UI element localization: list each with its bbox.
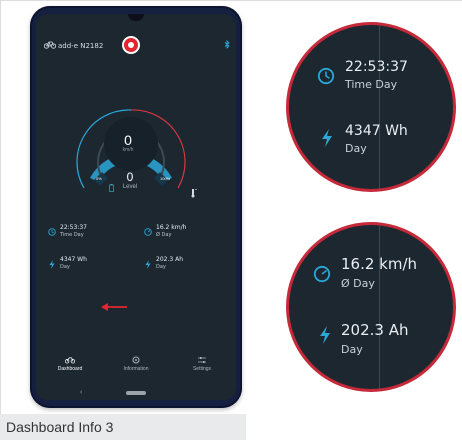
phone-screen: add-e N2182 0 km/h 0% 100% 0 Level 22:53… xyxy=(36,14,236,400)
zoom-charge-label: Day xyxy=(341,343,363,356)
zoom-speed-value: 16.2 km/h xyxy=(341,255,418,273)
zoom-charge-value: 202.3 Ah xyxy=(341,321,409,339)
time-value: 22:53:37 xyxy=(60,224,87,231)
speedometer-icon xyxy=(313,265,331,283)
nav-settings[interactable]: Settings xyxy=(172,354,232,372)
battery-icon xyxy=(109,184,114,192)
thermometer-icon xyxy=(191,189,197,198)
zoom-energy-label: Day xyxy=(345,142,367,155)
app-header: add-e N2182 xyxy=(36,36,236,58)
charge-value: 202.3 Ah xyxy=(156,256,183,263)
charge-label: Day xyxy=(156,264,166,270)
zoom-time-value: 22:53:37 xyxy=(345,59,408,75)
clock-icon xyxy=(48,228,56,236)
caption-text: Dashboard Info 3 xyxy=(6,419,114,435)
zoom-divider xyxy=(379,225,380,389)
level-label: Level xyxy=(122,184,138,190)
camera-notch xyxy=(128,14,144,21)
bluetooth-icon[interactable] xyxy=(224,40,230,49)
lightning-icon xyxy=(145,260,151,269)
nav-dashboard[interactable]: Dashboard xyxy=(40,354,100,372)
clock-icon xyxy=(317,67,335,85)
lightning-icon xyxy=(320,326,330,344)
caption-bar: Dashboard Info 3 xyxy=(0,414,246,440)
zoom-time-label: Time Day xyxy=(345,78,398,91)
home-pill[interactable] xyxy=(126,391,146,395)
lightning-icon xyxy=(49,260,55,269)
nav-settings-label: Settings xyxy=(192,366,212,372)
time-label: Time Day xyxy=(60,232,84,238)
swipe-arrow-icon xyxy=(101,303,127,311)
charge-info: 202.3 Ah Day xyxy=(156,256,183,271)
bike-icon xyxy=(44,41,56,49)
nav-information[interactable]: Information xyxy=(106,354,166,372)
zoom-speed-label: Ø Day xyxy=(341,277,375,290)
device-name[interactable]: add-e N2182 xyxy=(58,42,103,50)
speed-value: 0 xyxy=(124,132,132,148)
brand-logo xyxy=(122,36,140,54)
zoom-energy-value: 4347 Wh xyxy=(345,123,408,139)
energy-label: Day xyxy=(60,264,70,270)
avg-speed-label: Ø Day xyxy=(156,232,172,238)
lightning-icon xyxy=(322,129,332,147)
speed-unit: km/h xyxy=(122,147,134,153)
bottom-navigation: Dashboard Information Settings xyxy=(36,354,236,382)
speedometer-icon xyxy=(144,228,152,236)
gauge-min-label: 0% xyxy=(96,176,102,181)
energy-value: 4347 Wh xyxy=(60,256,87,263)
avg-speed-info: 16.2 km/h Ø Day xyxy=(156,224,186,239)
energy-info: 4347 Wh Day xyxy=(60,256,87,271)
zoom-circle-top: 22:53:37 Time Day 4347 Wh Day xyxy=(286,22,456,192)
level-value: 0 xyxy=(126,170,134,184)
zoom-circle-bottom: 16.2 km/h Ø Day 202.3 Ah Day xyxy=(286,222,456,392)
sliders-icon xyxy=(198,357,206,363)
gauge-max-label: 100% xyxy=(160,176,171,181)
avg-speed-value: 16.2 km/h xyxy=(156,224,187,231)
nav-dashboard-label: Dashboard xyxy=(57,366,83,372)
zoom-divider xyxy=(379,25,380,189)
time-info: 22:53:37 Time Day xyxy=(60,224,87,239)
nav-information-label: Information xyxy=(123,366,149,372)
gear-icon xyxy=(132,356,140,364)
system-navigation-bar: ‹ xyxy=(36,386,236,400)
back-chevron-icon[interactable]: ‹ xyxy=(80,389,82,396)
bike-icon xyxy=(65,357,75,364)
